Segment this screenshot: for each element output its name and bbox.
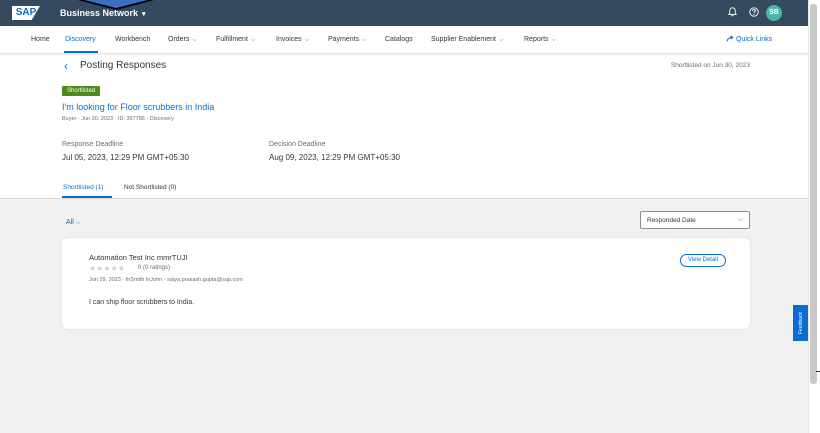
nav-fulfillment-label: Fulfillment	[216, 36, 248, 43]
response-deadline-value: Jul 05, 2023, 12:29 PM GMT+05:30	[62, 153, 189, 162]
divider	[816, 371, 820, 372]
view-detail-button[interactable]: View Detail	[680, 254, 726, 267]
filter-all-label: All	[66, 219, 74, 226]
decorative-arrow-fill	[84, 0, 148, 8]
page-title: Posting Responses	[80, 60, 167, 71]
nav-reports-label: Reports	[524, 36, 549, 43]
posting-title[interactable]: I'm looking for Floor scrubbers in India	[62, 102, 214, 112]
chevron-down-icon: ⌵	[737, 216, 743, 223]
nav-payments[interactable]: Payments ⌵	[328, 36, 367, 44]
nav-supplier-enablement-label: Supplier Enablement	[431, 36, 496, 43]
response-deadline-label: Response Deadline	[62, 141, 124, 148]
chevron-down-icon: ⌵	[250, 37, 256, 43]
nav-home[interactable]: Home	[31, 36, 50, 43]
decision-deadline-value: Aug 09, 2023, 12:29 PM GMT+05:30	[269, 153, 400, 162]
posting-header: ‹ Posting Responses Shortlisted on Jun 3…	[0, 55, 808, 199]
shortlisted-date: Shortlisted on Jun 30, 2023	[670, 62, 750, 69]
response-message: I can ship floor scrubbers to India.	[89, 299, 195, 306]
posting-meta: Buyer · Jun 30, 2023 · ID: 367786 · Disc…	[62, 116, 174, 122]
scrollbar-thumb[interactable]	[810, 4, 817, 384]
tab-not-shortlisted[interactable]: Not Shortlisted (0)	[124, 184, 176, 191]
share-arrow-icon	[726, 35, 734, 42]
top-navigation: Home Discovery Workbench Orders ⌵ Fulfill…	[0, 26, 808, 54]
decision-deadline-label: Decision Deadline	[269, 141, 326, 148]
nav-workbench[interactable]: Workbench	[115, 36, 150, 43]
chevron-down-icon: ⌵	[551, 37, 557, 43]
avatar[interactable]: SB	[766, 5, 782, 21]
tab-shortlisted[interactable]: Shortlisted (1)	[63, 184, 103, 191]
nav-invoices[interactable]: Invoices ⌵	[276, 36, 309, 44]
nav-fulfillment[interactable]: Fulfillment ⌵	[216, 36, 255, 44]
nav-payments-label: Payments	[328, 36, 360, 43]
response-meta: Jun 29, 2023 · fnSmith lnJohn · satya.pr…	[89, 277, 243, 283]
status-badge: Shortlisted	[62, 86, 101, 96]
supplier-name: Automation Test Inc mmrTUJI	[89, 253, 188, 262]
active-nav-indicator	[64, 51, 98, 53]
chevron-down-icon: ⌵	[192, 37, 197, 43]
bell-icon[interactable]	[727, 7, 738, 20]
chevron-down-icon: ⌵	[304, 37, 310, 43]
nav-orders-label: Orders	[168, 36, 190, 43]
nav-reports[interactable]: Reports ⌵	[524, 36, 556, 44]
filter-all-dropdown[interactable]: All ⌵	[66, 219, 80, 227]
sort-select-value: Responded Date	[647, 217, 696, 224]
back-icon[interactable]: ‹	[64, 59, 68, 73]
chevron-down-icon: ▾	[142, 11, 146, 18]
active-tab-indicator	[62, 196, 112, 198]
sap-logo[interactable]: SAP	[12, 6, 40, 20]
feedback-button[interactable]: Feedback	[793, 305, 809, 341]
quick-links[interactable]: Quick Links	[726, 35, 772, 43]
chevron-down-icon: ⌵	[362, 37, 367, 43]
chevron-down-icon: ⌵	[499, 37, 504, 43]
quick-links-label: Quick Links	[736, 36, 773, 43]
nav-discovery[interactable]: Discovery	[65, 36, 96, 43]
help-icon[interactable]	[749, 7, 759, 20]
nav-orders[interactable]: Orders ⌵	[168, 36, 197, 44]
chevron-down-icon: ⌵	[75, 220, 81, 226]
nav-catalogs[interactable]: Catalogs	[385, 36, 413, 43]
response-card: Automation Test Inc mmrTUJI ★★★★★ 0 (0 r…	[62, 238, 750, 329]
nav-invoices-label: Invoices	[276, 36, 302, 43]
nav-supplier-enablement[interactable]: Supplier Enablement ⌵	[431, 36, 504, 44]
star-rating-icon: ★★★★★	[89, 264, 125, 273]
sort-select[interactable]: Responded Date ⌵	[640, 211, 750, 229]
rating-text: 0 (0 ratings)	[138, 265, 171, 271]
